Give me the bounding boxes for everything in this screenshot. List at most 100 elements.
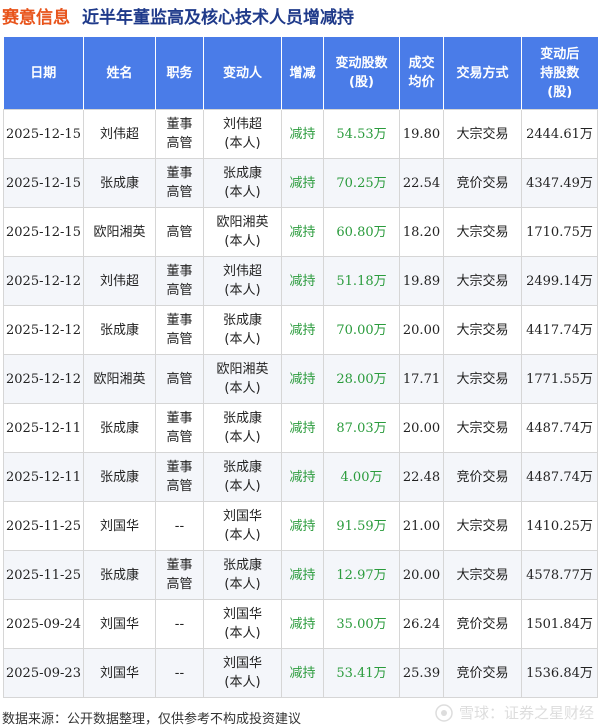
cell-change: 减持 <box>281 305 324 355</box>
cell-date: 2025-12-12 <box>3 305 84 355</box>
table-row: 2025-12-11 张成康 董事 高管 张成康 (本人) 减持 87.03万 20.00 大… <box>3 403 598 453</box>
table-row: 2025-11-25 刘国华 -- 刘国华 (本人) 减持 91.59万 21.00 大宗交易… <box>3 501 598 551</box>
cell-change: 减持 <box>281 256 324 306</box>
cell-changer: 刘国华 (本人) <box>203 648 282 698</box>
table-row: 2025-12-15 刘伟超 董事 高管 刘伟超 (本人) 减持 54.53万 19.80 大… <box>3 109 598 159</box>
cell-change: 减持 <box>281 648 324 698</box>
cell-name: 刘国华 <box>83 501 156 551</box>
cell-holding: 4417.74万 <box>521 305 598 355</box>
cell-method: 大宗交易 <box>443 550 522 600</box>
cell-method: 大宗交易 <box>443 256 522 306</box>
cell-date: 2025-12-11 <box>3 403 84 453</box>
cell-position: 高管 <box>155 354 204 404</box>
cell-holding: 1501.84万 <box>521 599 598 649</box>
table-row: 2025-12-15 张成康 董事 高管 张成康 (本人) 减持 70.25万 22.54 竞… <box>3 158 598 208</box>
cell-change: 减持 <box>281 354 324 404</box>
cell-method: 竞价交易 <box>443 158 522 208</box>
cell-price: 21.00 <box>399 501 444 551</box>
cell-name: 刘国华 <box>83 599 156 649</box>
cell-changer: 欧阳湘英 (本人) <box>203 207 282 257</box>
cell-holding: 2444.61万 <box>521 109 598 159</box>
data-source-note: 数据来源：公开数据整理，仅供参考不构成投资建议 <box>2 712 302 727</box>
cell-method: 大宗交易 <box>443 501 522 551</box>
cell-price: 20.00 <box>399 403 444 453</box>
column-header-date: 日期 <box>3 37 84 110</box>
table-row: 2025-12-12 刘伟超 董事 高管 刘伟超 (本人) 减持 51.18万 19.89 大… <box>3 256 598 306</box>
cell-change: 减持 <box>281 501 324 551</box>
cell-position: 高管 <box>155 207 204 257</box>
cell-name: 刘伟超 <box>83 256 156 306</box>
cell-holding: 1710.75万 <box>521 207 598 257</box>
cell-price: 19.89 <box>399 256 444 306</box>
brand-watermark: 雪球：证券之星财经 <box>435 702 594 723</box>
cell-name: 刘伟超 <box>83 109 156 159</box>
cell-amount: 4.00万 <box>323 452 400 502</box>
cell-holding: 1536.84万 <box>521 648 598 698</box>
shareholding-change-table: 日期 姓名 职务 变动人 增减 变动股数 (股) 成交 均价 交易方式 变动后 … <box>3 37 598 698</box>
cell-position: -- <box>155 599 204 649</box>
cell-holding: 2499.14万 <box>521 256 598 306</box>
cell-name: 欧阳湘英 <box>83 354 156 404</box>
cell-changer: 刘国华 (本人) <box>203 599 282 649</box>
cell-amount: 87.03万 <box>323 403 400 453</box>
cell-amount: 70.00万 <box>323 305 400 355</box>
cell-price: 25.39 <box>399 648 444 698</box>
cell-date: 2025-12-15 <box>3 158 84 208</box>
cell-method: 大宗交易 <box>443 305 522 355</box>
column-header-amount: 变动股数 (股) <box>323 37 400 110</box>
cell-amount: 28.00万 <box>323 354 400 404</box>
table-row: 2025-12-12 欧阳湘英 高管 欧阳湘英 (本人) 减持 28.00万 17.71 大宗… <box>3 354 598 404</box>
cell-position: 董事 高管 <box>155 452 204 502</box>
cell-date: 2025-12-12 <box>3 354 84 404</box>
cell-change: 减持 <box>281 403 324 453</box>
column-header-position: 职务 <box>155 37 204 110</box>
column-header-name: 姓名 <box>83 37 156 110</box>
cell-date: 2025-12-12 <box>3 256 84 306</box>
cell-position: 董事 高管 <box>155 158 204 208</box>
table-body: 2025-12-15 刘伟超 董事 高管 刘伟超 (本人) 减持 54.53万 19.80 大… <box>3 109 598 698</box>
cell-method: 大宗交易 <box>443 403 522 453</box>
cell-changer: 张成康 (本人) <box>203 158 282 208</box>
cell-date: 2025-09-24 <box>3 599 84 649</box>
cell-price: 26.24 <box>399 599 444 649</box>
cell-holding: 4347.49万 <box>521 158 598 208</box>
cell-price: 20.00 <box>399 550 444 600</box>
cell-price: 22.48 <box>399 452 444 502</box>
cell-holding: 4487.74万 <box>521 403 598 453</box>
cell-method: 竞价交易 <box>443 599 522 649</box>
cell-change: 减持 <box>281 109 324 159</box>
cell-amount: 12.97万 <box>323 550 400 600</box>
cell-amount: 35.00万 <box>323 599 400 649</box>
cell-price: 18.20 <box>399 207 444 257</box>
table-row: 2025-12-12 张成康 董事 高管 张成康 (本人) 减持 70.00万 20.00 大… <box>3 305 598 355</box>
cell-change: 减持 <box>281 158 324 208</box>
table-row: 2025-09-24 刘国华 -- 刘国华 (本人) 减持 35.00万 26.24 竞价交易… <box>3 599 598 649</box>
snowball-icon <box>435 703 453 722</box>
cell-changer: 刘伟超 (本人) <box>203 109 282 159</box>
cell-holding: 4578.77万 <box>521 550 598 600</box>
cell-date: 2025-12-15 <box>3 207 84 257</box>
cell-changer: 张成康 (本人) <box>203 550 282 600</box>
cell-holding: 1771.55万 <box>521 354 598 404</box>
cell-amount: 70.25万 <box>323 158 400 208</box>
table-row: 2025-12-15 欧阳湘英 高管 欧阳湘英 (本人) 减持 60.80万 18.20 大宗… <box>3 207 598 257</box>
cell-method: 大宗交易 <box>443 207 522 257</box>
page-title: 近半年董监高及核心技术人员增减持 <box>82 7 354 28</box>
cell-position: 董事 高管 <box>155 403 204 453</box>
cell-method: 竞价交易 <box>443 452 522 502</box>
cell-price: 17.71 <box>399 354 444 404</box>
cell-changer: 张成康 (本人) <box>203 305 282 355</box>
cell-changer: 张成康 (本人) <box>203 452 282 502</box>
column-header-price: 成交 均价 <box>399 37 444 110</box>
company-name: 赛意信息 <box>2 7 70 28</box>
cell-date: 2025-09-23 <box>3 648 84 698</box>
column-header-change: 增减 <box>281 37 324 110</box>
cell-changer: 刘国华 (本人) <box>203 501 282 551</box>
cell-price: 22.54 <box>399 158 444 208</box>
cell-name: 欧阳湘英 <box>83 207 156 257</box>
cell-name: 张成康 <box>83 452 156 502</box>
column-header-method: 交易方式 <box>443 37 522 110</box>
cell-price: 20.00 <box>399 305 444 355</box>
table-header-row: 日期 姓名 职务 变动人 增减 变动股数 (股) 成交 均价 交易方式 变动后 … <box>3 37 598 110</box>
cell-name: 张成康 <box>83 158 156 208</box>
